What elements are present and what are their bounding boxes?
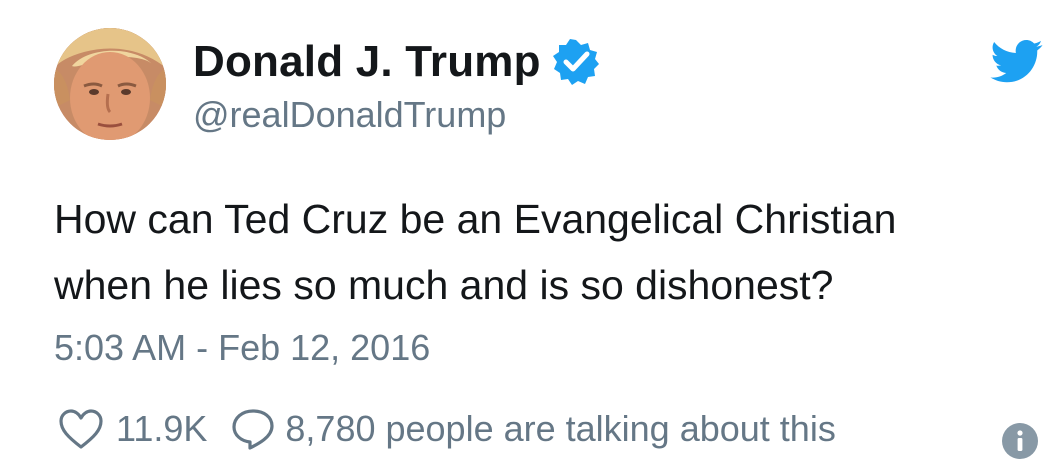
tweet-text-line: when he lies so much and is so dishonest… — [54, 262, 834, 308]
twitter-bird-icon[interactable] — [990, 40, 1044, 84]
tweet-text: How can Ted Cruz be an Evangelical Chris… — [54, 186, 1054, 318]
speech-bubble-icon[interactable] — [231, 408, 275, 450]
like-count[interactable]: 11.9K — [116, 408, 207, 450]
talking-count[interactable]: 8,780 people are talking about this — [285, 408, 835, 450]
name-row: Donald J. Trump — [193, 36, 599, 88]
display-name[interactable]: Donald J. Trump — [193, 37, 541, 87]
info-icon[interactable] — [1002, 423, 1038, 459]
tweet-text-line: How can Ted Cruz be an Evangelical Chris… — [54, 196, 897, 242]
avatar[interactable] — [54, 28, 166, 140]
timestamp[interactable]: 5:03 AM - Feb 12, 2016 — [54, 327, 430, 369]
action-bar: 11.9K 8,780 people are talking about thi… — [58, 404, 836, 454]
tweet-card: Donald J. Trump @realDonaldTrump How can… — [0, 0, 1060, 472]
heart-icon[interactable] — [58, 408, 104, 450]
handle[interactable]: @realDonaldTrump — [193, 94, 506, 136]
verified-badge-icon — [552, 39, 599, 85]
